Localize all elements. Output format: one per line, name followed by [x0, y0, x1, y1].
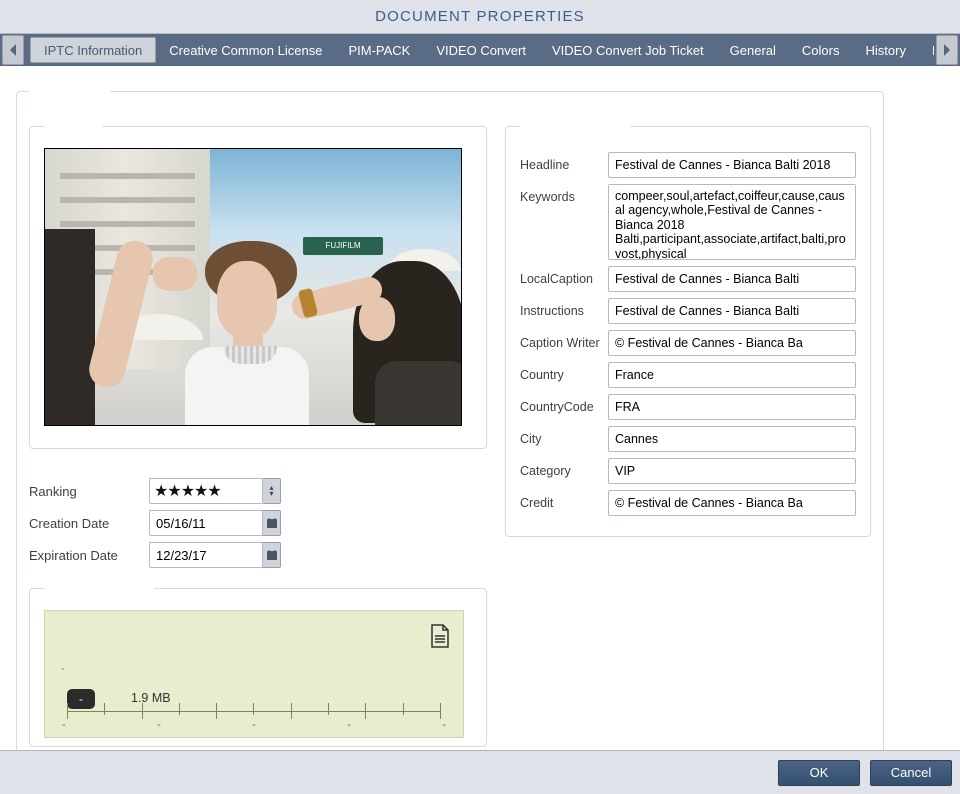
tick-label: -: [442, 719, 446, 731]
tick-label: -: [157, 719, 161, 731]
exif-chart: - - 1.9 MB - - - -: [44, 610, 464, 738]
preview-group: Preview FUJIFILM: [29, 119, 487, 449]
instructions-input[interactable]: [608, 298, 856, 324]
expiration-date-input[interactable]: [149, 542, 263, 568]
exif-legend: EXIF Information: [44, 581, 154, 596]
tick-label: -: [252, 719, 256, 731]
tab-history[interactable]: History: [853, 34, 919, 66]
keywords-label: Keywords: [520, 184, 608, 204]
credit-input[interactable]: [608, 490, 856, 516]
headline-input[interactable]: [608, 152, 856, 178]
city-label: City: [520, 426, 608, 446]
tab-creative-common-license[interactable]: Creative Common License: [156, 34, 335, 66]
content-pane: Generalities Preview: [0, 66, 960, 750]
preview-legend: Preview: [44, 119, 102, 134]
tab-strip: IPTC Information Creative Common License…: [0, 34, 960, 66]
tab-general[interactable]: General: [717, 34, 789, 66]
creation-date-label: Creation Date: [29, 516, 149, 531]
document-icon: [429, 623, 451, 649]
chevron-down-icon: ▾: [269, 491, 273, 497]
ranking-label: Ranking: [29, 484, 149, 499]
exif-dash: -: [61, 663, 65, 675]
ok-button[interactable]: OK: [778, 760, 860, 786]
ranking-value[interactable]: ★★★★★: [149, 478, 263, 504]
tab-video-convert[interactable]: VIDEO Convert: [423, 34, 539, 66]
city-input[interactable]: [608, 426, 856, 452]
localcaption-label: LocalCaption: [520, 266, 608, 286]
iptc-group: IPTC Information Headline Keywords compe…: [505, 119, 871, 537]
calendar-icon: [266, 549, 278, 561]
country-label: Country: [520, 362, 608, 382]
country-input[interactable]: [608, 362, 856, 388]
keywords-input[interactable]: compeer,soul,artefact,coiffeur,cause,cau…: [608, 184, 856, 260]
creation-date-picker-button[interactable]: [263, 510, 281, 536]
iptc-legend: IPTC Information: [520, 119, 630, 134]
credit-label: Credit: [520, 490, 608, 510]
cancel-button[interactable]: Cancel: [870, 760, 952, 786]
expiration-date-picker-button[interactable]: [263, 542, 281, 568]
exif-group: EXIF Information - - 1.9 MB: [29, 581, 487, 747]
generalities-group: Generalities Preview: [16, 84, 884, 754]
creation-date-input[interactable]: [149, 510, 263, 536]
brand-sign: FUJIFILM: [303, 237, 383, 255]
category-input[interactable]: [608, 458, 856, 484]
countrycode-label: CountryCode: [520, 394, 608, 414]
captionwriter-input[interactable]: [608, 330, 856, 356]
tabs-prev-button[interactable]: [2, 35, 24, 65]
localcaption-input[interactable]: [608, 266, 856, 292]
headline-label: Headline: [520, 152, 608, 172]
window-title: DOCUMENT PROPERTIES: [0, 0, 960, 34]
tick-label: -: [62, 719, 66, 731]
tick-label: -: [347, 719, 351, 731]
expiration-date-label: Expiration Date: [29, 548, 149, 563]
tab-metadata[interactable]: Metadata: [919, 34, 934, 66]
category-label: Category: [520, 458, 608, 478]
ranking-stepper[interactable]: ▴ ▾: [263, 478, 281, 504]
countrycode-input[interactable]: [608, 394, 856, 420]
preview-image: FUJIFILM: [44, 148, 462, 426]
tabs-next-button[interactable]: [936, 35, 958, 65]
generalities-legend: Generalities: [29, 84, 110, 99]
dialog-footer: OK Cancel: [0, 750, 960, 794]
captionwriter-label: Caption Writer: [520, 330, 608, 350]
calendar-icon: [266, 517, 278, 529]
tab-video-convert-job-ticket[interactable]: VIDEO Convert Job Ticket: [539, 34, 717, 66]
tab-colors[interactable]: Colors: [789, 34, 853, 66]
tab-iptc-information[interactable]: IPTC Information: [30, 37, 156, 63]
tab-pim-pack[interactable]: PIM-PACK: [335, 34, 423, 66]
instructions-label: Instructions: [520, 298, 608, 318]
